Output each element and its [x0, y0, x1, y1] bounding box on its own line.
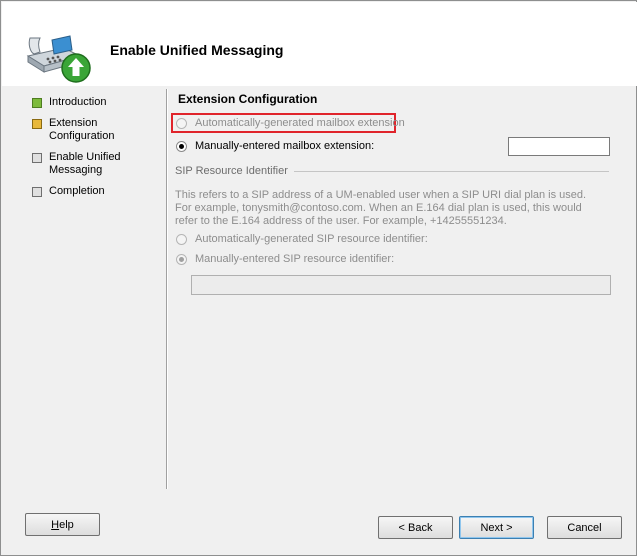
cancel-button[interactable]: Cancel [547, 516, 622, 539]
manual-extension-radio[interactable] [176, 140, 187, 152]
section-title: Extension Configuration [178, 92, 318, 106]
auto-sip-radio[interactable] [176, 233, 187, 245]
manual-extension-label: Manually-entered mailbox extension: [195, 140, 375, 152]
cancel-button-label: Cancel [567, 521, 602, 534]
next-button[interactable]: Next > [459, 516, 534, 539]
step-pending-icon [32, 187, 42, 197]
manual-sip-field[interactable] [191, 275, 611, 295]
back-button[interactable]: < Back [378, 516, 453, 539]
manual-extension-option[interactable]: Manually-entered mailbox extension: [176, 140, 374, 152]
sip-group-label: SIP Resource Identifier [175, 165, 294, 177]
sidebar-divider [166, 89, 168, 489]
help-button[interactable]: Help [25, 513, 100, 536]
step-introduction: Introduction [32, 96, 139, 109]
sip-group-line [289, 171, 609, 172]
manual-sip-radio[interactable] [176, 253, 187, 265]
wizard-title: Enable Unified Messaging [110, 42, 284, 58]
manual-sip-option[interactable]: Manually-entered SIP resource identifier… [176, 253, 394, 265]
auto-extension-radio[interactable] [176, 117, 187, 129]
wizard-window: Enable Unified Messaging Introduction Ex… [0, 0, 637, 556]
auto-sip-option[interactable]: Automatically-generated SIP resource ide… [176, 233, 428, 245]
auto-sip-label: Automatically-generated SIP resource ide… [195, 233, 428, 245]
auto-extension-label: Automatically-generated mailbox extensio… [195, 117, 405, 129]
wizard-steps-sidebar: Introduction Extension Configuration Ena… [2, 86, 166, 488]
auto-extension-option[interactable]: Automatically-generated mailbox extensio… [176, 117, 405, 129]
step-label: Completion [49, 185, 105, 197]
step-extension-configuration: Extension Configuration [32, 117, 139, 143]
step-pending-icon [32, 153, 42, 163]
back-button-label: < Back [398, 521, 433, 534]
manual-extension-field[interactable] [508, 137, 610, 156]
sip-description: This refers to a SIP address of a UM-ena… [175, 189, 587, 227]
step-label: Enable Unified Messaging [49, 151, 121, 176]
step-current-icon [32, 119, 42, 129]
step-label: Introduction [49, 96, 107, 108]
phone-with-green-arrow-icon [24, 26, 96, 84]
wizard-content: Extension Configuration Automatically-ge… [169, 86, 637, 488]
manual-sip-label: Manually-entered SIP resource identifier… [195, 253, 395, 265]
help-button-label: Help [51, 518, 74, 531]
next-button-label: Next > [480, 521, 513, 534]
step-completion: Completion [32, 185, 139, 198]
step-done-icon [32, 98, 42, 108]
step-enable-unified-messaging: Enable Unified Messaging [32, 151, 139, 177]
wizard-header: Enable Unified Messaging [2, 2, 637, 86]
step-label: Extension Configuration [49, 117, 115, 142]
